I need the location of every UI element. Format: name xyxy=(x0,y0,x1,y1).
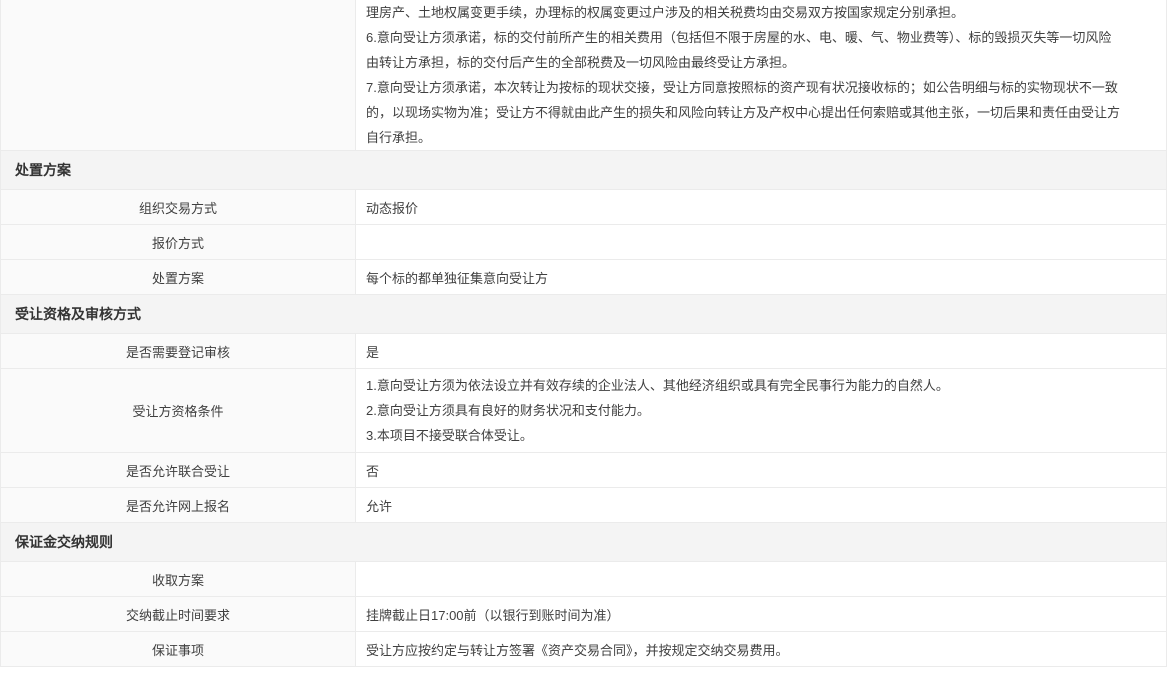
row-label: 是否允许联合受让 xyxy=(1,453,356,487)
row-label: 处置方案 xyxy=(1,260,356,294)
table-row: 组织交易方式动态报价 xyxy=(1,190,1166,225)
table-row-continued: 理房产、土地权属变更手续，办理标的权属变更过户涉及的相关税费均由交易双方按国家规… xyxy=(1,0,1166,151)
row-label: 收取方案 xyxy=(1,562,356,596)
row-label xyxy=(1,0,356,150)
text-line: 自行承担。 xyxy=(366,125,1156,150)
table-row: 保证事项受让方应按约定与转让方签署《资产交易合同》，并按规定交纳交易费用。 xyxy=(1,632,1166,667)
row-value: 是 xyxy=(356,334,1166,368)
section-header: 处置方案 xyxy=(1,151,1166,190)
row-value xyxy=(356,562,1166,596)
row-label: 保证事项 xyxy=(1,632,356,666)
row-value: 否 xyxy=(356,453,1166,487)
text-line: 6.意向受让方须承诺，标的交付前所产生的相关费用（包括但不限于房屋的水、电、暖、… xyxy=(366,25,1156,50)
text-line: 的，以现场实物为准；受让方不得就由此产生的损失和风险向转让方及产权中心提出任何索… xyxy=(366,100,1156,125)
row-value: 每个标的都单独征集意向受让方 xyxy=(356,260,1166,294)
row-value: 允许 xyxy=(356,488,1166,522)
table-row: 是否允许联合受让否 xyxy=(1,453,1166,488)
table-row: 处置方案每个标的都单独征集意向受让方 xyxy=(1,260,1166,295)
row-value: 受让方应按约定与转让方签署《资产交易合同》，并按规定交纳交易费用。 xyxy=(356,632,1166,666)
listing-detail-table: 理房产、土地权属变更手续，办理标的权属变更过户涉及的相关税费均由交易双方按国家规… xyxy=(0,0,1167,667)
row-label: 报价方式 xyxy=(1,225,356,259)
row-value xyxy=(356,225,1166,259)
row-label: 交纳截止时间要求 xyxy=(1,597,356,631)
row-label: 受让方资格条件 xyxy=(1,369,356,452)
row-value: 1.意向受让方须为依法设立并有效存续的企业法人、其他经济组织或具有完全民事行为能… xyxy=(356,369,1166,452)
text-line: 3.本项目不接受联合体受让。 xyxy=(366,423,1156,448)
section-header: 受让资格及审核方式 xyxy=(1,295,1166,334)
row-label: 是否允许网上报名 xyxy=(1,488,356,522)
row-label: 是否需要登记审核 xyxy=(1,334,356,368)
text-line: 2.意向受让方须具有良好的财务状况和支付能力。 xyxy=(366,398,1156,423)
table-row: 交纳截止时间要求挂牌截止日17:00前（以银行到账时间为准） xyxy=(1,597,1166,632)
text-line: 由转让方承担，标的交付后产生的全部税费及一切风险由最终受让方承担。 xyxy=(366,50,1156,75)
row-label: 组织交易方式 xyxy=(1,190,356,224)
section-header: 保证金交纳规则 xyxy=(1,523,1166,562)
table-row: 是否需要登记审核是 xyxy=(1,334,1166,369)
row-value-transfer-conditions: 理房产、土地权属变更手续，办理标的权属变更过户涉及的相关税费均由交易双方按国家规… xyxy=(356,0,1166,150)
text-line: 理房产、土地权属变更手续，办理标的权属变更过户涉及的相关税费均由交易双方按国家规… xyxy=(366,0,1156,25)
row-value: 挂牌截止日17:00前（以银行到账时间为准） xyxy=(356,597,1166,631)
table-row: 收取方案 xyxy=(1,562,1166,597)
text-line: 1.意向受让方须为依法设立并有效存续的企业法人、其他经济组织或具有完全民事行为能… xyxy=(366,373,1156,398)
text-line: 7.意向受让方须承诺，本次转让为按标的现状交接，受让方同意按照标的资产现有状况接… xyxy=(366,75,1156,100)
table-row: 受让方资格条件 1.意向受让方须为依法设立并有效存续的企业法人、其他经济组织或具有… xyxy=(1,369,1166,453)
row-value: 动态报价 xyxy=(356,190,1166,224)
table-row: 报价方式 xyxy=(1,225,1166,260)
table-row: 是否允许网上报名允许 xyxy=(1,488,1166,523)
